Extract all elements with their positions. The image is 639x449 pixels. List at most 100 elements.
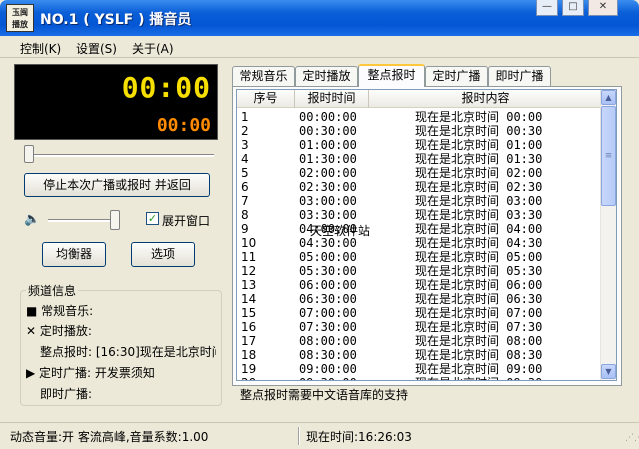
table-cell-seq: 14 [241, 292, 257, 306]
table-cell-time: 03:00:00 [299, 194, 357, 208]
table-cell-content: 现在是北京时间 04:00 [415, 222, 543, 236]
table-row[interactable]: 1 00:00:00 现在是北京时间 00:00 [237, 110, 602, 124]
table-cell-content: 现在是北京时间 03:30 [415, 208, 543, 222]
table-cell-time: 02:30:00 [299, 180, 357, 194]
table-row[interactable]: 11 05:00:00 现在是北京时间 05:00 [237, 250, 602, 264]
table-cell-time: 00:30:00 [299, 124, 357, 138]
table-row[interactable]: 12 05:30:00 现在是北京时间 05:30 [237, 264, 602, 278]
table-cell-seq: 8 [241, 208, 249, 222]
panel-note: 整点报时需要中文语音库的支持 [240, 388, 409, 402]
table-cell-content: 现在是北京时间 09:00 [415, 362, 543, 376]
table-cell-time: 02:00:00 [299, 166, 357, 180]
instant-broadcast-status: 即时广播: [40, 387, 93, 401]
table-row[interactable]: 4 01:30:00 现在是北京时间 01:30 [237, 152, 602, 166]
scheduled-broadcast-status: ▶ 定时广播: 开发票须知 [26, 366, 155, 380]
maximize-button[interactable]: □ [562, 0, 584, 16]
list-scrollbar[interactable]: ▲ ≡ ▼ [600, 90, 616, 380]
table-row[interactable]: 7 03:00:00 现在是北京时间 03:00 [237, 194, 602, 208]
tab-hourly-chime[interactable]: 整点报时 [358, 64, 425, 87]
channel-info-title: 频道信息 [26, 282, 79, 299]
table-cell-content: 现在是北京时间 01:00 [415, 138, 543, 152]
table-cell-time: 07:30:00 [299, 320, 357, 334]
table-row[interactable]: 18 08:30:00 现在是北京时间 08:30 [237, 348, 602, 362]
table-cell-seq: 5 [241, 166, 249, 180]
table-cell-time: 03:30:00 [299, 208, 357, 222]
table-row[interactable]: 3 01:00:00 现在是北京时间 01:00 [237, 138, 602, 152]
minimize-button[interactable]: — [536, 0, 558, 16]
scroll-down-icon[interactable]: ▼ [601, 364, 616, 379]
app-logo-icon: 玉闽 播放 [6, 4, 34, 32]
tab-scheduled-play[interactable]: 定时播放 [295, 66, 358, 86]
scroll-up-icon[interactable]: ▲ [601, 90, 616, 105]
regular-music-status: ■ 常规音乐: [26, 304, 94, 318]
table-cell-seq: 7 [241, 194, 249, 208]
options-button[interactable]: 选项 [131, 242, 195, 267]
table-cell-seq: 19 [241, 362, 257, 376]
table-cell-seq: 10 [241, 236, 257, 250]
table-row[interactable]: 6 02:30:00 现在是北京时间 02:30 [237, 180, 602, 194]
watermark-text: 天空软件站 [310, 224, 371, 238]
volume-slider-thumb[interactable] [109, 210, 120, 230]
window-title: NO.1 ( YSLF ) 播音员 [40, 12, 192, 28]
table-row[interactable]: 16 07:30:00 现在是北京时间 07:30 [237, 320, 602, 334]
table-cell-time: 05:30:00 [299, 264, 357, 278]
scheduled-play-status: ✕ 定时播放: [26, 324, 92, 338]
menu-control[interactable]: 控制(K) [20, 40, 61, 57]
table-cell-seq: 12 [241, 264, 257, 278]
table-cell-content: 现在是北京时间 04:30 [415, 236, 543, 250]
table-cell-content: 现在是北京时间 03:00 [415, 194, 543, 208]
table-row[interactable]: 13 06:00:00 现在是北京时间 06:00 [237, 278, 602, 292]
table-row[interactable]: 20 09:30:00 现在是北京时间 09:30 [237, 376, 602, 380]
table-row[interactable]: 10 04:30:00 现在是北京时间 04:30 [237, 236, 602, 250]
hourly-chime-list[interactable]: 序号 报时时间 报时内容 1 00:00:00 现在是北京时间 00:00 2 00:3… [236, 89, 617, 381]
column-header-seq[interactable]: 序号 [237, 90, 295, 108]
table-cell-content: 现在是北京时间 06:30 [415, 292, 543, 306]
table-cell-seq: 11 [241, 250, 257, 264]
tab-scheduled-broadcast[interactable]: 定时广播 [425, 66, 488, 86]
table-cell-content: 现在是北京时间 09:30 [415, 376, 542, 380]
stop-broadcast-button[interactable]: 停止本次广播或报时 并返回 [24, 173, 210, 197]
table-cell-content: 现在是北京时间 06:00 [415, 278, 543, 292]
table-cell-seq: 13 [241, 278, 257, 292]
table-cell-seq: 15 [241, 306, 257, 320]
column-header-content[interactable]: 报时内容 [369, 90, 602, 108]
volume-track[interactable] [48, 219, 118, 222]
expand-window-label: 展开窗口 [162, 214, 211, 228]
table-row[interactable]: 19 09:00:00 现在是北京时间 09:00 [237, 362, 602, 376]
hourly-chime-status: 整点报时: [16:30]现在是北京时间 [40, 345, 216, 359]
table-row[interactable]: 2 00:30:00 现在是北京时间 00:30 [237, 124, 602, 138]
equalizer-button[interactable]: 均衡器 [42, 242, 106, 267]
resize-grip-icon[interactable]: ⋰⋰ [625, 434, 639, 447]
table-row[interactable]: 14 06:30:00 现在是北京时间 06:30 [237, 292, 602, 306]
table-row[interactable]: 15 07:00:00 现在是北京时间 07:00 [237, 306, 602, 320]
list-header: 序号 报时时间 报时内容 [237, 90, 602, 108]
table-cell-seq: 18 [241, 348, 257, 362]
table-row[interactable]: 17 08:00:00 现在是北京时间 08:00 [237, 334, 602, 348]
lcd-main-time: 00:00 [121, 71, 211, 104]
status-clock: 现在时间:16:26:03 [306, 430, 412, 444]
table-cell-content: 现在是北京时间 00:30 [415, 124, 543, 138]
title-bar[interactable]: 玉闽 播放 NO.1 ( YSLF ) 播音员 — □ ✕ [0, 0, 639, 36]
status-separator [298, 427, 300, 445]
table-row[interactable]: 5 02:00:00 现在是北京时间 02:00 [237, 166, 602, 180]
progress-track[interactable] [24, 154, 214, 157]
table-cell-content: 现在是北京时间 05:30 [415, 264, 543, 278]
table-cell-time: 09:30:00 [299, 376, 357, 380]
tab-regular-music[interactable]: 常规音乐 [232, 66, 295, 86]
column-header-time[interactable]: 报时时间 [295, 90, 369, 108]
table-row[interactable]: 8 03:30:00 现在是北京时间 03:30 [237, 208, 602, 222]
table-cell-time: 05:00:00 [299, 250, 357, 264]
table-cell-content: 现在是北京时间 07:00 [415, 306, 543, 320]
expand-window-checkbox[interactable]: ✓ [146, 212, 159, 225]
table-cell-time: 06:30:00 [299, 292, 357, 306]
menu-settings[interactable]: 设置(S) [76, 40, 117, 57]
table-row[interactable]: 9 04:00:00 现在是北京时间 04:00 [237, 222, 602, 236]
progress-slider-thumb[interactable] [24, 145, 34, 163]
table-cell-content: 现在是北京时间 05:00 [415, 250, 543, 264]
scroll-thumb[interactable]: ≡ [601, 106, 616, 206]
table-cell-content: 现在是北京时间 02:00 [415, 166, 543, 180]
menu-about[interactable]: 关于(A) [132, 40, 174, 57]
close-button[interactable]: ✕ [588, 0, 618, 16]
app-window: 玉闽 播放 NO.1 ( YSLF ) 播音员 — □ ✕ 控制(K) 设置(S)… [0, 0, 639, 449]
tab-instant-broadcast[interactable]: 即时广播 [488, 66, 551, 86]
